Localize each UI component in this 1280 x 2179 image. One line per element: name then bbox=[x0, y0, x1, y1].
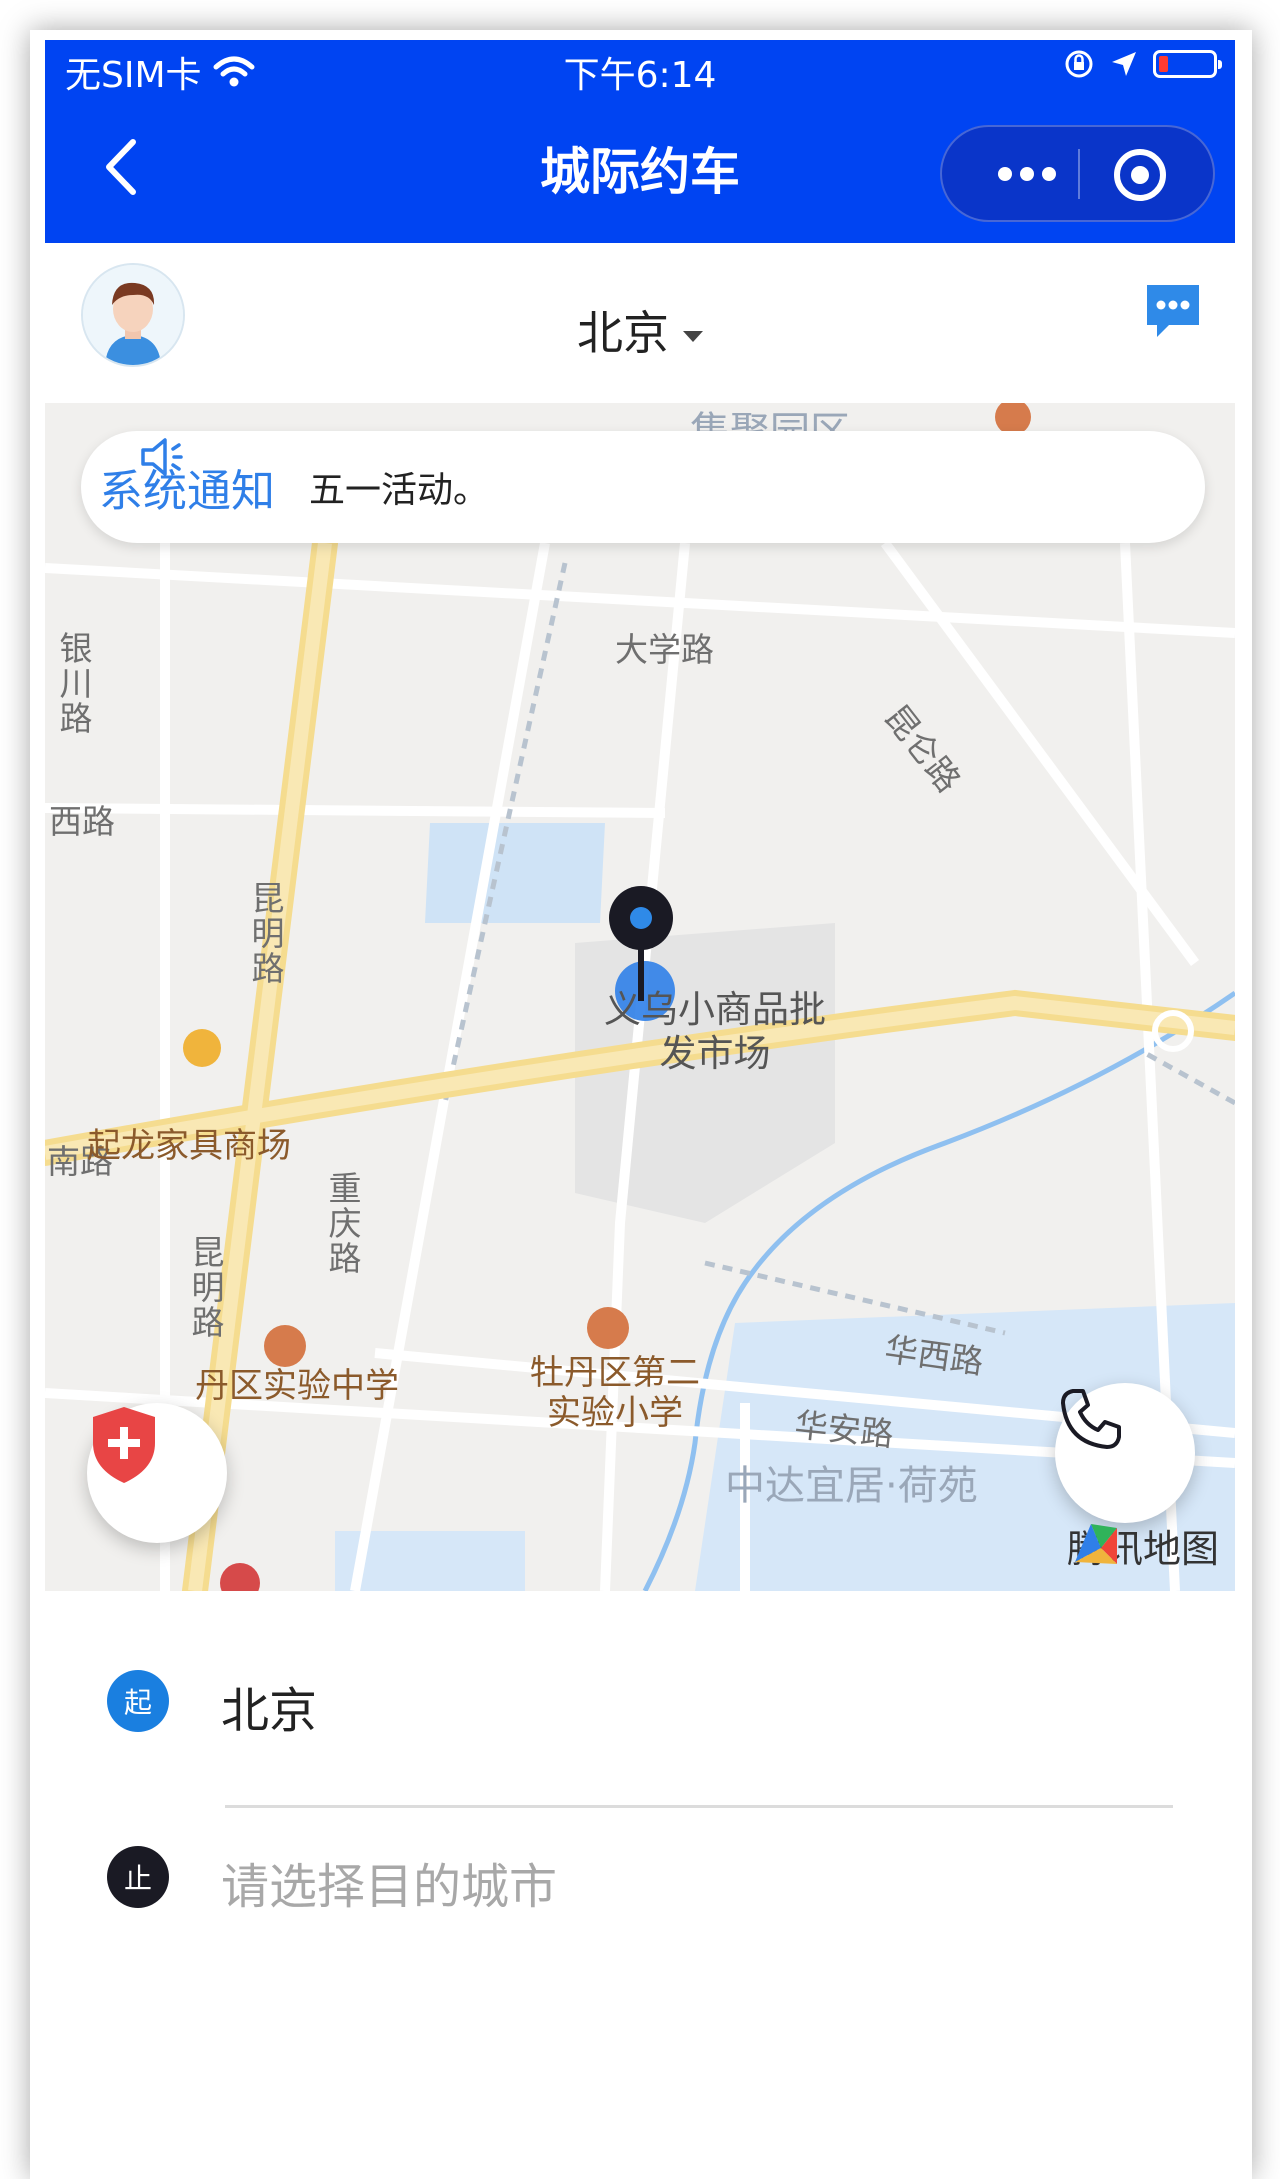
close-mini-program-button[interactable] bbox=[1112, 147, 1168, 203]
market-poi-label: 义乌小商品批发市场 bbox=[604, 988, 826, 1075]
target-circle-icon bbox=[1114, 149, 1166, 201]
speaker-icon bbox=[141, 438, 183, 476]
route-panel: 起 北京 止 请选择目的城市 bbox=[45, 1591, 1235, 2179]
road-label: 昆明路 bbox=[186, 1235, 225, 1340]
safety-button[interactable] bbox=[87, 1403, 227, 1543]
road-label: 昆明路 bbox=[246, 881, 285, 986]
start-city-field[interactable]: 起 北京 bbox=[45, 1641, 1235, 1761]
status-time: 下午6:14 bbox=[563, 55, 717, 96]
map-provider-logo: 腾讯地图 bbox=[1067, 1518, 1219, 1573]
capsule-divider bbox=[1078, 149, 1080, 199]
call-button[interactable] bbox=[1055, 1383, 1195, 1523]
orientation-lock-icon bbox=[1065, 50, 1093, 78]
end-badge: 止 bbox=[107, 1846, 169, 1908]
poi-label: 丹区实验中学 bbox=[195, 1366, 399, 1406]
map-area-label: 中达宜居·荷苑 bbox=[725, 1463, 978, 1509]
destination-placeholder: 请选择目的城市 bbox=[221, 1859, 558, 1915]
field-divider bbox=[225, 1805, 1173, 1808]
chat-bubble-icon bbox=[1147, 285, 1199, 337]
status-bar: 无SIM卡 下午6:14 bbox=[45, 40, 1235, 100]
tencent-map-icon bbox=[1074, 1524, 1117, 1564]
road-label: 西路 bbox=[49, 802, 115, 841]
phone-screen: 无SIM卡 下午6:14 城际约车 北京 大学路 昆仑路 银川路 西路 昆明路 … bbox=[30, 30, 1252, 2179]
more-dots-icon bbox=[998, 166, 1056, 181]
city-label: 北京 bbox=[577, 306, 669, 360]
map-view[interactable]: 集聚园区 大学路 昆仑路 银川路 西路 昆明路 昆明路 重庆路 华西路 华安路 … bbox=[45, 403, 1235, 1591]
start-badge: 起 bbox=[107, 1670, 169, 1732]
battery-icon bbox=[1153, 50, 1222, 78]
road-label: 重庆路 bbox=[323, 1171, 362, 1276]
notice-message: 五一活动。 bbox=[309, 470, 490, 511]
road-label: 华安路 bbox=[792, 1404, 896, 1455]
road-label: 银川路 bbox=[54, 631, 93, 736]
message-button[interactable] bbox=[1141, 279, 1205, 343]
caret-down-icon bbox=[683, 331, 703, 342]
top-bar: 无SIM卡 下午6:14 城际约车 bbox=[45, 40, 1235, 243]
status-right bbox=[1063, 48, 1222, 80]
start-city-value: 北京 bbox=[221, 1683, 318, 1739]
location-arrow-icon bbox=[1112, 52, 1136, 76]
road-label: 大学路 bbox=[615, 630, 714, 669]
poi-label: 牡丹区第二实验小学 bbox=[530, 1353, 700, 1433]
city-selector[interactable]: 北京 bbox=[45, 297, 1235, 363]
more-button[interactable] bbox=[972, 127, 1082, 220]
destination-city-field[interactable]: 止 请选择目的城市 bbox=[45, 1817, 1235, 1937]
mini-program-capsule bbox=[940, 125, 1215, 222]
phone-icon bbox=[1061, 1389, 1121, 1449]
poi-label: 起龙家具商场 bbox=[87, 1126, 291, 1166]
system-notice-bar[interactable]: 系统通知 五一活动。 bbox=[81, 431, 1205, 543]
shield-plus-icon bbox=[93, 1407, 155, 1483]
